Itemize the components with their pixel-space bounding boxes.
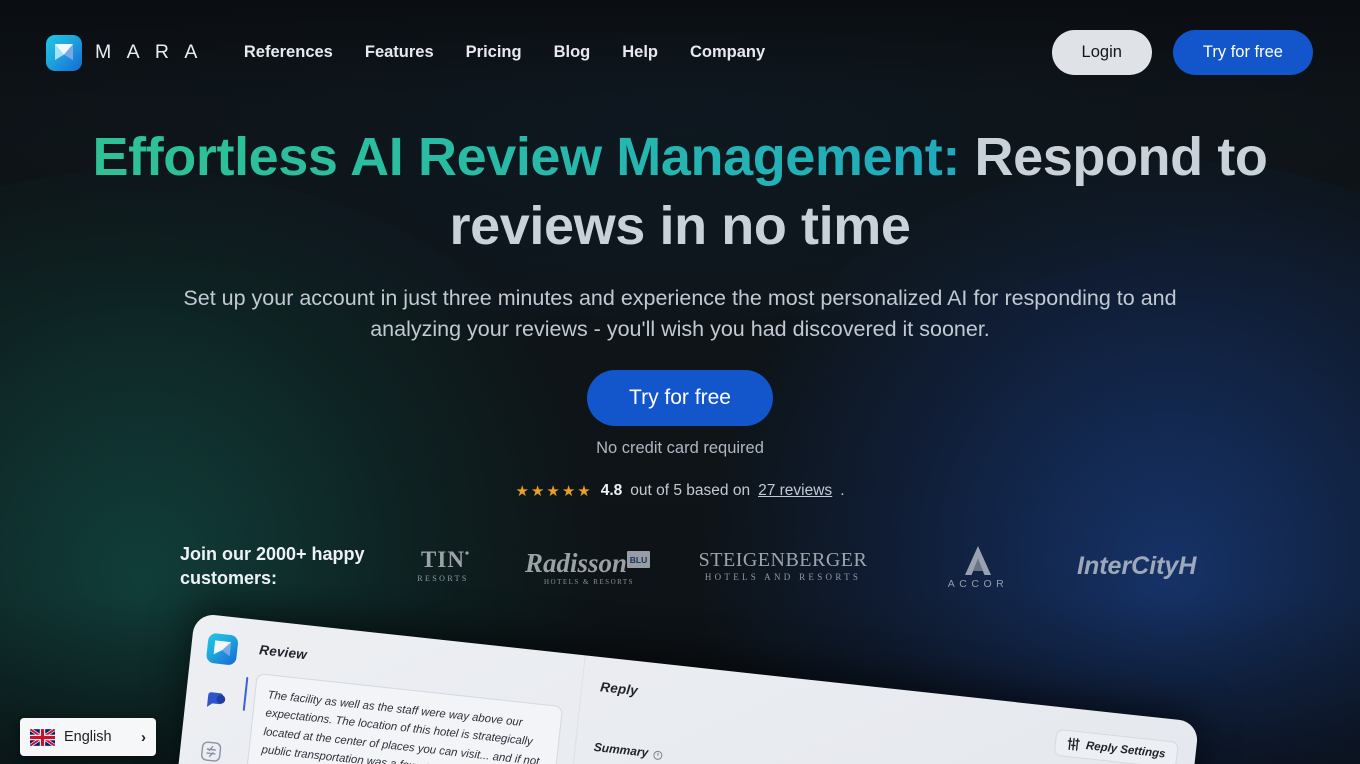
language-selector[interactable]: English › — [20, 718, 156, 756]
nav-item-company[interactable]: Company — [674, 35, 781, 70]
svg-text:HOTELS AND RESORTS: HOTELS AND RESORTS — [704, 572, 860, 582]
app-window: Review The facility as well as the staff… — [148, 613, 1200, 764]
page-title: Effortless AI Review Management: Respond… — [90, 123, 1270, 261]
rating-middle-text: out of 5 based on — [630, 482, 751, 500]
svg-text:InterCityH: InterCityH — [1077, 552, 1197, 580]
svg-text:TIN: TIN — [421, 547, 465, 572]
svg-text:BLU: BLU — [629, 555, 646, 565]
nav-try-for-free-button[interactable]: Try for free — [1172, 30, 1313, 75]
app-reply-column-title: Reply — [599, 679, 639, 699]
app-reply-header-actions: Reply Settings — [1053, 728, 1179, 764]
reply-settings-button[interactable]: Reply Settings — [1053, 728, 1179, 764]
chevron-right-icon[interactable]: › — [141, 729, 146, 746]
nav-item-references[interactable]: References — [228, 35, 349, 70]
app-reviews-chat-icon[interactable] — [203, 689, 229, 715]
star-rating-icon: ★★★★★ — [515, 483, 593, 501]
hero-cta-wrap: Try for free — [0, 370, 1360, 427]
app-review-text: The facility as well as the staff were w… — [244, 673, 564, 764]
language-label: English — [64, 729, 112, 745]
rating-trailing: . — [840, 482, 845, 500]
logo-steigenberger: STEIGENBERGER HOTELS AND RESORTS — [670, 545, 895, 587]
app-sidebar — [149, 613, 257, 764]
app-preview-mockup: Review The facility as well as the staff… — [0, 585, 1360, 764]
svg-text:STEIGENBERGER: STEIGENBERGER — [698, 549, 867, 571]
hero-try-for-free-button[interactable]: Try for free — [587, 370, 773, 427]
logo-tin-resorts: TIN RESORTS — [380, 545, 505, 587]
rating-row: ★★★★★ 4.8 out of 5 based on 27 reviews. — [0, 482, 1360, 500]
logo-radisson-blu: Radisson BLU HOTELS & RESORTS — [505, 543, 670, 589]
nav-item-blog[interactable]: Blog — [538, 35, 607, 70]
svg-text:ACCOR: ACCOR — [947, 578, 1007, 590]
nav-links: References Features Pricing Blog Help Co… — [228, 35, 781, 70]
app-mara-logo-icon — [205, 632, 239, 666]
rating-score: 4.8 — [600, 482, 623, 500]
nav-item-features[interactable]: Features — [349, 35, 450, 70]
navbar: M A R A References Features Pricing Blog… — [0, 0, 1360, 105]
login-button[interactable]: Login — [1051, 30, 1152, 75]
nav-actions: Login Try for free — [1051, 30, 1313, 75]
hero-subheading: Set up your account in just three minute… — [183, 286, 1177, 341]
logo-accor: ACCOR — [895, 542, 1060, 590]
logo-intercityhotel: InterCityH — [1060, 549, 1230, 583]
uk-flag-icon — [30, 728, 55, 746]
info-icon[interactable] — [652, 749, 663, 760]
reviews-link[interactable]: 27 reviews — [758, 482, 832, 500]
app-summary-text: Summary — [593, 739, 650, 760]
brand-logo[interactable]: M A R A — [46, 34, 203, 71]
nav-item-help[interactable]: Help — [606, 35, 674, 70]
app-reply-column: Reply Reply Settings Summary — [538, 655, 1200, 764]
svg-text:HOTELS & RESORTS: HOTELS & RESORTS — [543, 578, 633, 586]
svg-text:Radisson: Radisson — [524, 548, 627, 578]
mara-logo-icon — [46, 34, 82, 71]
svg-text:RESORTS: RESORTS — [417, 574, 468, 583]
customers-label: Join our 2000+ happy customers: — [180, 544, 365, 589]
cta-note: No credit card required — [596, 439, 764, 458]
headline-accent: Effortless AI Review Management: — [92, 127, 961, 187]
app-review-column: Review The facility as well as the staff… — [210, 620, 585, 764]
nav-item-pricing[interactable]: Pricing — [450, 35, 538, 70]
page-root: M A R A References Features Pricing Blog… — [0, 0, 1360, 764]
app-analytics-icon[interactable] — [198, 738, 224, 764]
brand-wordmark: M A R A — [95, 41, 203, 63]
customer-logos-section: Join our 2000+ happy customers: TIN RESO… — [0, 534, 1360, 598]
sliders-icon — [1067, 737, 1081, 751]
reply-settings-label: Reply Settings — [1085, 739, 1167, 761]
